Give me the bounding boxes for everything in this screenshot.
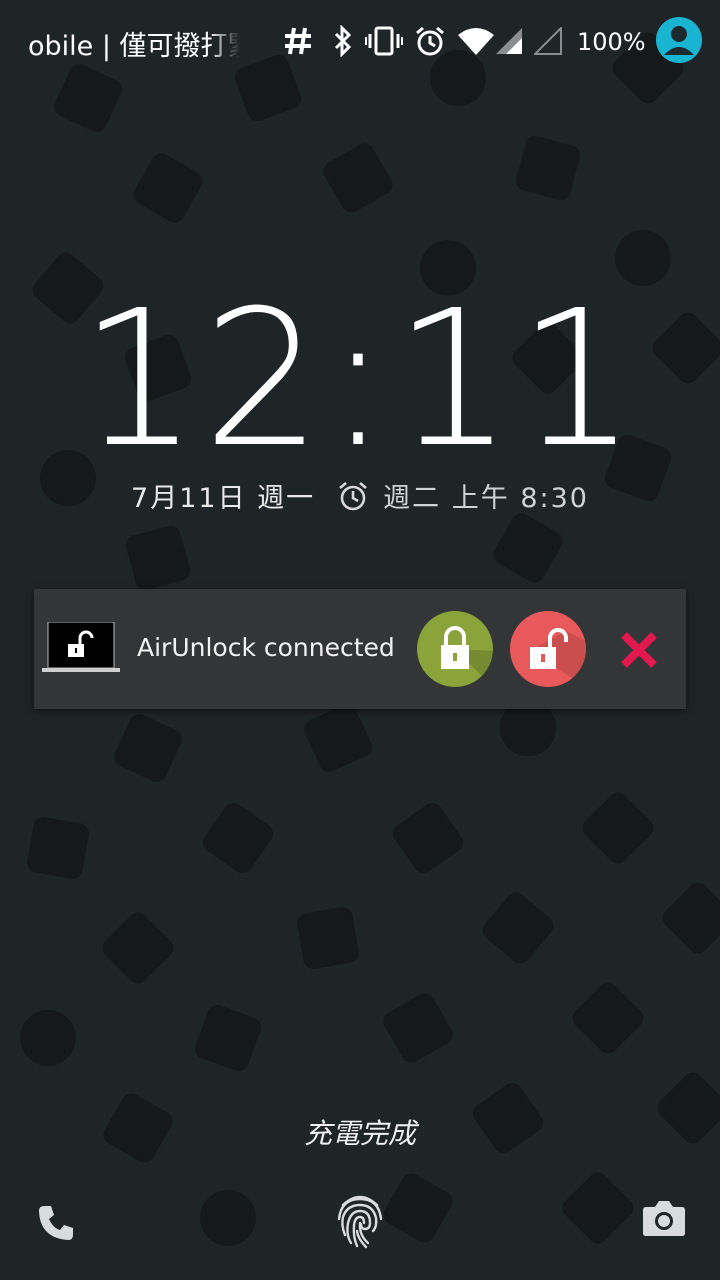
- camera-icon[interactable]: [640, 1196, 688, 1240]
- hash-icon: [282, 22, 314, 60]
- date-label: 7月11日 週一: [131, 483, 316, 514]
- wallpaper-pattern: [558, 1168, 638, 1248]
- alarm-icon: [413, 22, 447, 60]
- wallpaper-pattern: [389, 799, 467, 877]
- wallpaper-pattern: [192, 1002, 264, 1074]
- dismiss-button[interactable]: [618, 629, 660, 671]
- wallpaper-pattern: [200, 1190, 256, 1246]
- wallpaper-pattern: [199, 799, 277, 877]
- bluetooth-icon: [330, 22, 356, 60]
- lockscreen-clock: 12:11: [79, 270, 641, 489]
- signal-empty-icon: [533, 22, 563, 60]
- laptop-unlock-icon: [42, 621, 120, 676]
- unlock-button[interactable]: [510, 611, 586, 687]
- wallpaper-pattern: [489, 509, 567, 587]
- close-icon: [621, 632, 657, 668]
- wallpaper-pattern: [300, 700, 376, 776]
- wifi-icon: [456, 22, 496, 60]
- fingerprint-icon[interactable]: [334, 1190, 386, 1250]
- notification-text: AirUnlock connected: [137, 633, 395, 662]
- wallpaper-pattern: [658, 878, 720, 958]
- wallpaper-pattern: [513, 133, 583, 203]
- next-alarm-icon: [337, 480, 369, 512]
- wallpaper-pattern: [98, 908, 178, 988]
- date-row: 7月11日 週一 週二 上午 8:30: [0, 476, 720, 515]
- wallpaper-pattern: [110, 710, 186, 786]
- wallpaper-pattern: [20, 1010, 76, 1066]
- status-bar: obile | 僅可撥打緊 100%: [0, 0, 720, 82]
- battery-percentage: 100%: [577, 28, 646, 56]
- wallpaper-pattern: [379, 1169, 457, 1247]
- phone-icon[interactable]: [34, 1196, 78, 1250]
- wallpaper-pattern: [478, 888, 558, 968]
- airunlock-notification[interactable]: AirUnlock connected: [34, 589, 686, 709]
- wallpaper-pattern: [129, 149, 207, 227]
- next-alarm-label: 週二 上午 8:30: [383, 483, 589, 514]
- carrier-label: obile | 僅可撥打緊: [28, 31, 240, 62]
- signal-icon: [494, 22, 524, 60]
- wallpaper-pattern: [319, 139, 397, 217]
- wallpaper-pattern: [295, 905, 361, 971]
- wallpaper-pattern: [578, 788, 658, 868]
- lock-button[interactable]: [417, 611, 493, 687]
- user-avatar-icon[interactable]: [656, 17, 702, 63]
- vibrate-icon: [364, 22, 404, 60]
- charging-status: 充電完成: [303, 1117, 416, 1150]
- wallpaper-pattern: [379, 989, 457, 1067]
- wallpaper-pattern: [123, 523, 193, 593]
- wallpaper-pattern: [25, 815, 91, 881]
- wallpaper-pattern: [568, 978, 648, 1058]
